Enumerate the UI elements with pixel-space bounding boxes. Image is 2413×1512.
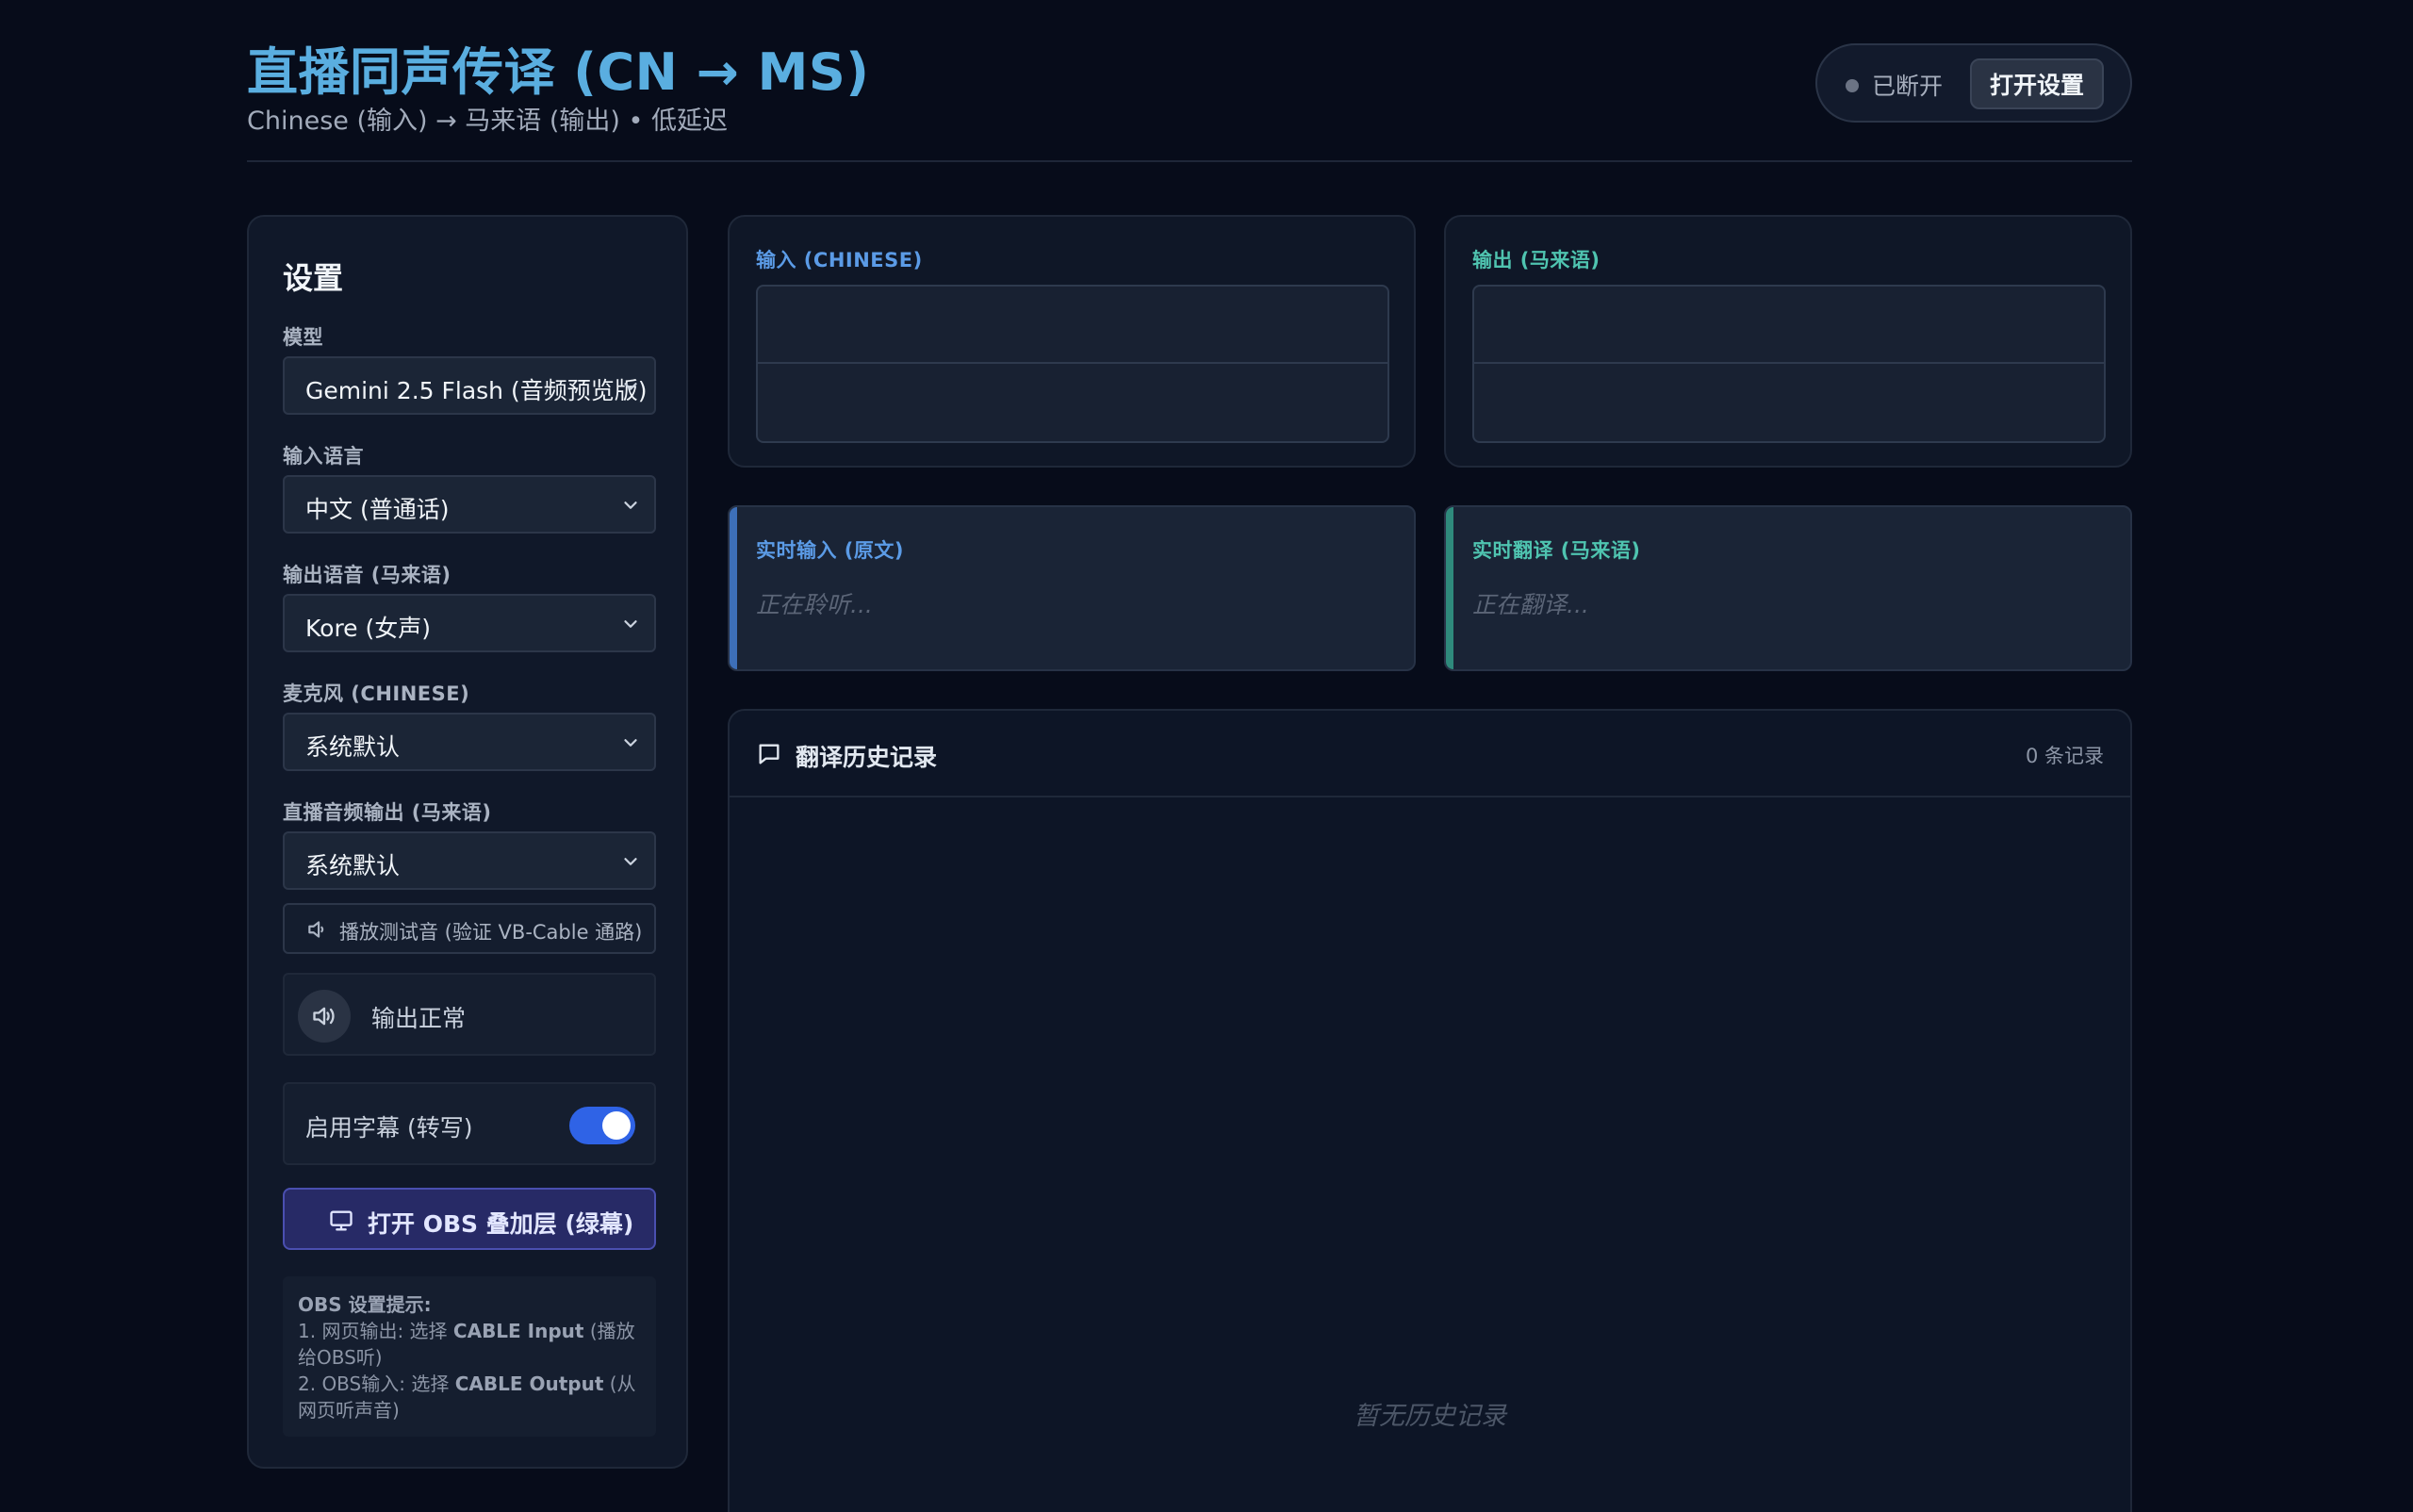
subtitles-label: 启用字幕 (转写) (305, 1114, 473, 1142)
live-output-label: 实时翻译 (马来语) (1472, 539, 1641, 562)
microphone-select-value: 系统默认 (305, 733, 401, 761)
live-output-accent (1446, 507, 1453, 669)
page-header: 直播同声传译 (CN → MS) Chinese (输入) → 马来语 (输出)… (247, 26, 2132, 162)
open-obs-overlay-label: 打开 OBS 叠加层 (绿幕) (368, 1210, 634, 1238)
volume-icon (298, 990, 351, 1043)
subtitles-row: 启用字幕 (转写) (283, 1082, 656, 1165)
hint-line-2: 2. OBS输入: 选择 CABLE Output (从网页听声音) (298, 1372, 636, 1422)
visualizer-baseline (1474, 362, 2104, 364)
settings-panel: 设置 模型 Gemini 2.5 Flash (音频预览版) 输入语言 中文 (… (247, 215, 688, 1469)
monitor-icon (330, 1210, 353, 1231)
microphone-select[interactable]: 系统默认 (283, 713, 656, 771)
model-select[interactable]: Gemini 2.5 Flash (音频预览版) (283, 356, 656, 415)
output-status-row: 输出正常 (283, 973, 656, 1056)
live-output-placeholder: 正在翻译... (1472, 591, 1589, 618)
history-count: 0 条记录 (2025, 745, 2104, 767)
connection-bar: 已断开 打开设置 (1815, 43, 2132, 123)
chevron-down-icon (624, 383, 637, 390)
open-settings-button[interactable]: 打开设置 (1970, 58, 2104, 109)
history-title: 翻译历史记录 (796, 744, 938, 771)
output-card: 输出 (马来语) (1444, 215, 2132, 468)
input-language-select[interactable]: 中文 (普通话) (283, 475, 656, 534)
chat-bubble-icon (759, 744, 780, 764)
hint-title: OBS 设置提示: (298, 1293, 432, 1316)
chevron-down-icon (624, 858, 637, 865)
history-panel: 翻译历史记录 0 条记录 暂无历史记录 (728, 709, 2132, 1512)
audio-output-label: 直播音频输出 (马来语) (283, 801, 492, 824)
toggle-knob (602, 1111, 631, 1140)
output-card-label: 输出 (马来语) (1472, 249, 1600, 271)
output-status-label: 输出正常 (371, 1005, 467, 1032)
hint-line-1: 1. 网页输出: 选择 CABLE Input (播放给OBS听) (298, 1320, 635, 1369)
input-card-label: 输入 (CHINESE) (756, 249, 923, 271)
live-input-card: 实时输入 (原文) 正在聆听... (728, 505, 1416, 671)
voice-select[interactable]: Kore (女声) (283, 594, 656, 652)
history-empty-message: 暂无历史记录 (1354, 1402, 1506, 1431)
input-language-value: 中文 (普通话) (305, 496, 450, 523)
open-obs-overlay-button[interactable]: 打开 OBS 叠加层 (绿幕) (283, 1188, 656, 1250)
input-visualizer (756, 285, 1389, 443)
status-dot-icon (1846, 79, 1859, 92)
obs-setup-hint: OBS 设置提示: 1. 网页输出: 选择 CABLE Input (播放给OB… (283, 1276, 656, 1437)
speaker-icon (308, 921, 324, 938)
live-input-placeholder: 正在聆听... (756, 591, 873, 618)
model-select-value: Gemini 2.5 Flash (音频预览版) (305, 377, 648, 404)
input-language-label: 输入语言 (283, 445, 364, 468)
audio-output-select[interactable]: 系统默认 (283, 831, 656, 890)
connection-status: 已断开 (1872, 73, 1944, 100)
visualizer-baseline (758, 362, 1387, 364)
output-visualizer (1472, 285, 2106, 443)
play-test-sound-label: 播放测试音 (验证 VB-Cable 通路) (339, 921, 643, 944)
voice-select-value: Kore (女声) (305, 615, 432, 642)
history-header: 翻译历史记录 0 条记录 (730, 711, 2130, 797)
chevron-down-icon (624, 620, 637, 628)
settings-title: 设置 (283, 260, 344, 296)
chevron-down-icon (624, 739, 637, 747)
voice-label: 输出语音 (马来语) (283, 564, 451, 586)
model-label: 模型 (283, 326, 323, 349)
live-output-card: 实时翻译 (马来语) 正在翻译... (1444, 505, 2132, 671)
microphone-label: 麦克风 (CHINESE) (283, 682, 470, 705)
live-input-accent (730, 507, 737, 669)
app-page: 直播同声传译 (CN → MS) Chinese (输入) → 马来语 (输出)… (0, 0, 2413, 1512)
play-test-sound-button[interactable]: 播放测试音 (验证 VB-Cable 通路) (283, 903, 656, 954)
subtitles-toggle[interactable] (569, 1107, 635, 1144)
page-title: 直播同声传译 (CN → MS) (247, 42, 870, 102)
audio-output-select-value: 系统默认 (305, 852, 401, 879)
live-input-label: 实时输入 (原文) (756, 539, 905, 562)
chevron-down-icon (624, 501, 637, 509)
page-subtitle: Chinese (输入) → 马来语 (输出) • 低延迟 (247, 107, 729, 136)
input-card: 输入 (CHINESE) (728, 215, 1416, 468)
